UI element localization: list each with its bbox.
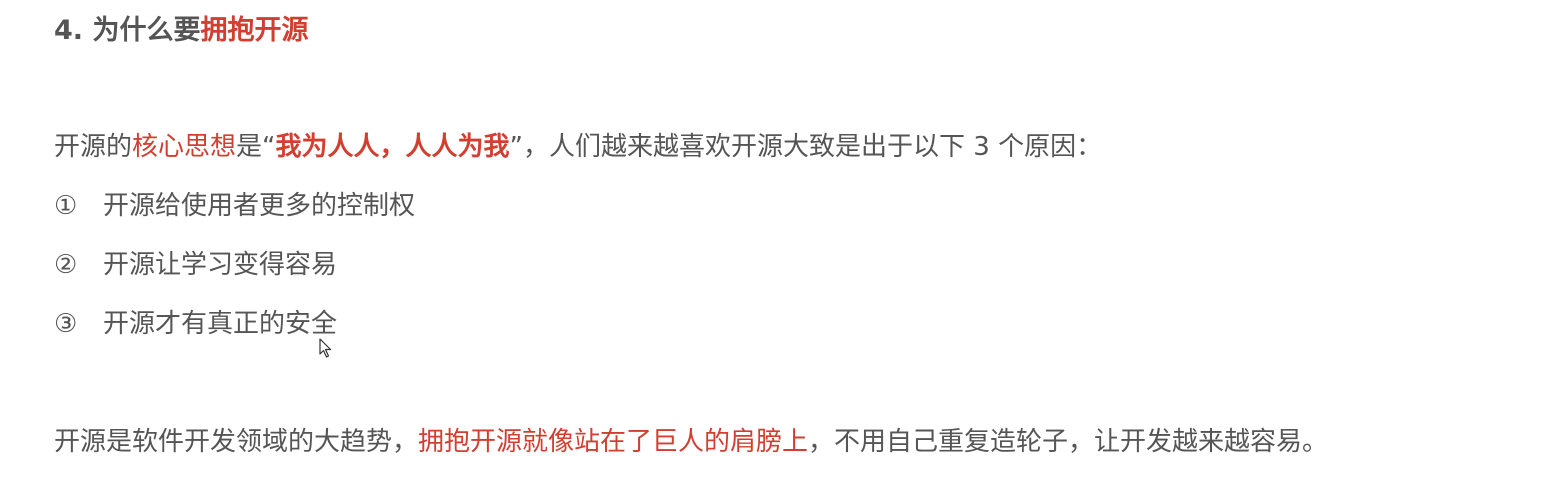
intro-text-1: 开源的 (54, 132, 133, 162)
heading-highlight: 拥抱开源 (200, 15, 309, 46)
intro-highlight-motto: 我为人人，人人为我 (275, 132, 510, 162)
heading-prefix: 4. 为什么要 (54, 15, 201, 46)
reason-text: 开源才有真正的安全 (103, 309, 338, 339)
reason-number: ③ (54, 309, 78, 339)
conclusion-text-1: 开源是软件开发领域的大趋势， (54, 427, 419, 457)
reason-item: ① 开源给使用者更多的控制权 (54, 188, 415, 224)
reason-text: 开源给使用者更多的控制权 (103, 191, 416, 221)
intro-paragraph: 开源的核心思想是“我为人人，人人为我”，人们越来越喜欢开源大致是出于以下 3 个… (54, 129, 1102, 165)
intro-text-2: 是“ (236, 132, 276, 162)
section-heading: 4. 为什么要拥抱开源 (54, 13, 308, 49)
reason-number: ② (54, 250, 78, 280)
reason-number: ① (54, 191, 78, 221)
reason-item: ③ 开源才有真正的安全 (54, 306, 337, 342)
conclusion-text-2: ，不用自己重复造轮子，让开发越来越容易。 (808, 427, 1329, 457)
reason-text: 开源让学习变得容易 (103, 250, 338, 280)
conclusion-paragraph: 开源是软件开发领域的大趋势，拥抱开源就像站在了巨人的肩膀上，不用自己重复造轮子，… (54, 424, 1328, 460)
mouse-pointer-icon (319, 338, 332, 358)
intro-highlight-core-idea: 核心思想 (132, 132, 237, 162)
conclusion-highlight: 拥抱开源就像站在了巨人的肩膀上 (418, 427, 809, 457)
intro-text-3: ”，人们越来越喜欢开源大致是出于以下 3 个原因： (509, 132, 1103, 162)
reason-item: ② 开源让学习变得容易 (54, 247, 337, 283)
